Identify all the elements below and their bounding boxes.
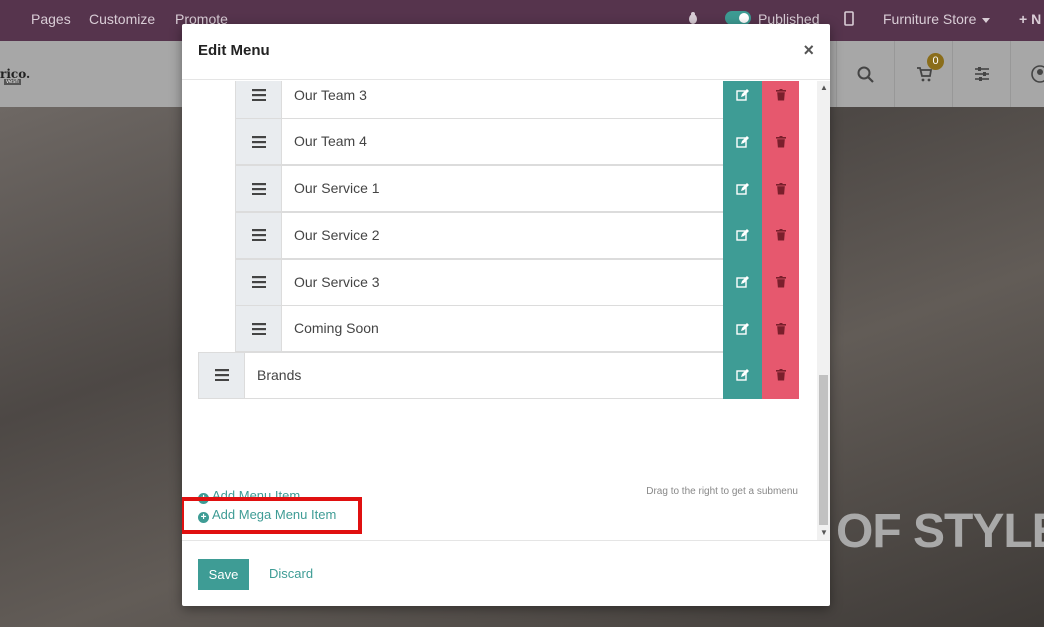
- close-icon[interactable]: ×: [803, 40, 814, 61]
- chevron-down-icon: [982, 17, 991, 23]
- menu-item-label: Brands: [257, 366, 302, 383]
- menu-item-row[interactable]: Our Service 3: [235, 258, 799, 306]
- dialog-title: Edit Menu: [198, 42, 270, 59]
- drag-handle-icon[interactable]: [236, 81, 282, 118]
- drag-handle-icon[interactable]: [199, 352, 245, 398]
- trash-icon[interactable]: [762, 211, 799, 259]
- dialog-footer: Save Discard: [182, 540, 830, 606]
- edit-icon[interactable]: [723, 211, 762, 259]
- dialog-body: Our Team 2Our Team 3Our Team 4Our Servic…: [182, 81, 830, 540]
- website-switcher[interactable]: Furniture Store: [883, 11, 991, 27]
- menu-item-row[interactable]: Our Team 3: [235, 81, 799, 119]
- cart-count-badge: 0: [927, 53, 944, 70]
- trash-icon[interactable]: [762, 305, 799, 353]
- logo-subtext: vesh: [4, 79, 21, 85]
- save-button[interactable]: Save: [198, 559, 249, 590]
- user-icon[interactable]: [1010, 41, 1044, 107]
- customize-menu[interactable]: Customize: [89, 11, 155, 27]
- add-mega-menu-item-link[interactable]: + Add Mega Menu Item: [198, 507, 341, 523]
- drag-handle-icon[interactable]: [236, 119, 282, 165]
- menu-item-label: Our Service 1: [294, 180, 380, 197]
- trash-icon[interactable]: [762, 165, 799, 213]
- drag-handle-icon[interactable]: [236, 259, 282, 305]
- discard-button[interactable]: Discard: [269, 566, 313, 581]
- menu-item-label: Our Team 3: [294, 86, 367, 103]
- drag-handle-icon[interactable]: [236, 212, 282, 258]
- scroll-up-icon[interactable]: ▲: [820, 83, 828, 92]
- edit-icon[interactable]: [723, 305, 762, 353]
- trash-icon[interactable]: [762, 118, 799, 166]
- edit-icon[interactable]: [723, 165, 762, 213]
- plus-circle-icon: +: [198, 512, 209, 523]
- edit-icon[interactable]: [723, 351, 762, 399]
- add-mega-menu-item-label: Add Mega Menu Item: [212, 507, 337, 522]
- scroll-down-icon[interactable]: ▼: [820, 528, 828, 537]
- edit-icon[interactable]: [723, 81, 762, 119]
- new-label: N: [1031, 11, 1042, 27]
- sliders-icon[interactable]: [952, 41, 1010, 107]
- cart-icon[interactable]: 0: [894, 41, 952, 107]
- menu-item-label: Coming Soon: [294, 320, 379, 337]
- pages-menu[interactable]: Pages: [31, 11, 71, 27]
- search-icon[interactable]: [836, 41, 894, 107]
- menu-item-row[interactable]: Coming Soon: [235, 305, 799, 353]
- menu-item-row[interactable]: Our Service 2: [235, 211, 799, 259]
- menu-item-label: Our Service 2: [294, 226, 380, 243]
- edit-menu-dialog: Edit Menu × Our Team 2Our Team 3Our Team…: [182, 24, 830, 606]
- edit-icon[interactable]: [723, 118, 762, 166]
- trash-icon[interactable]: [762, 351, 799, 399]
- website-name: Furniture Store: [883, 11, 977, 27]
- submenu-hint: Drag to the right to get a submenu: [646, 486, 798, 497]
- hero-text: OF STYLE: [836, 505, 1044, 558]
- edit-icon[interactable]: [723, 258, 762, 306]
- menu-item-label: Our Service 3: [294, 273, 380, 290]
- menu-item-row[interactable]: Brands: [198, 351, 799, 399]
- drag-handle-icon[interactable]: [236, 306, 282, 352]
- trash-icon[interactable]: [762, 258, 799, 306]
- drag-handle-icon[interactable]: [236, 166, 282, 212]
- menu-item-row[interactable]: Our Team 4: [235, 118, 799, 166]
- menu-item-label: Our Team 4: [294, 133, 367, 150]
- dialog-scrollbar[interactable]: ▲ ▼: [817, 81, 830, 540]
- new-button[interactable]: + N: [1019, 11, 1041, 27]
- trash-icon[interactable]: [762, 81, 799, 119]
- mobile-preview-icon[interactable]: [844, 11, 854, 29]
- scroll-thumb[interactable]: [819, 375, 828, 525]
- published-toggle[interactable]: [725, 11, 751, 25]
- dialog-header: Edit Menu ×: [182, 24, 830, 80]
- menu-item-row[interactable]: Our Service 1: [235, 165, 799, 213]
